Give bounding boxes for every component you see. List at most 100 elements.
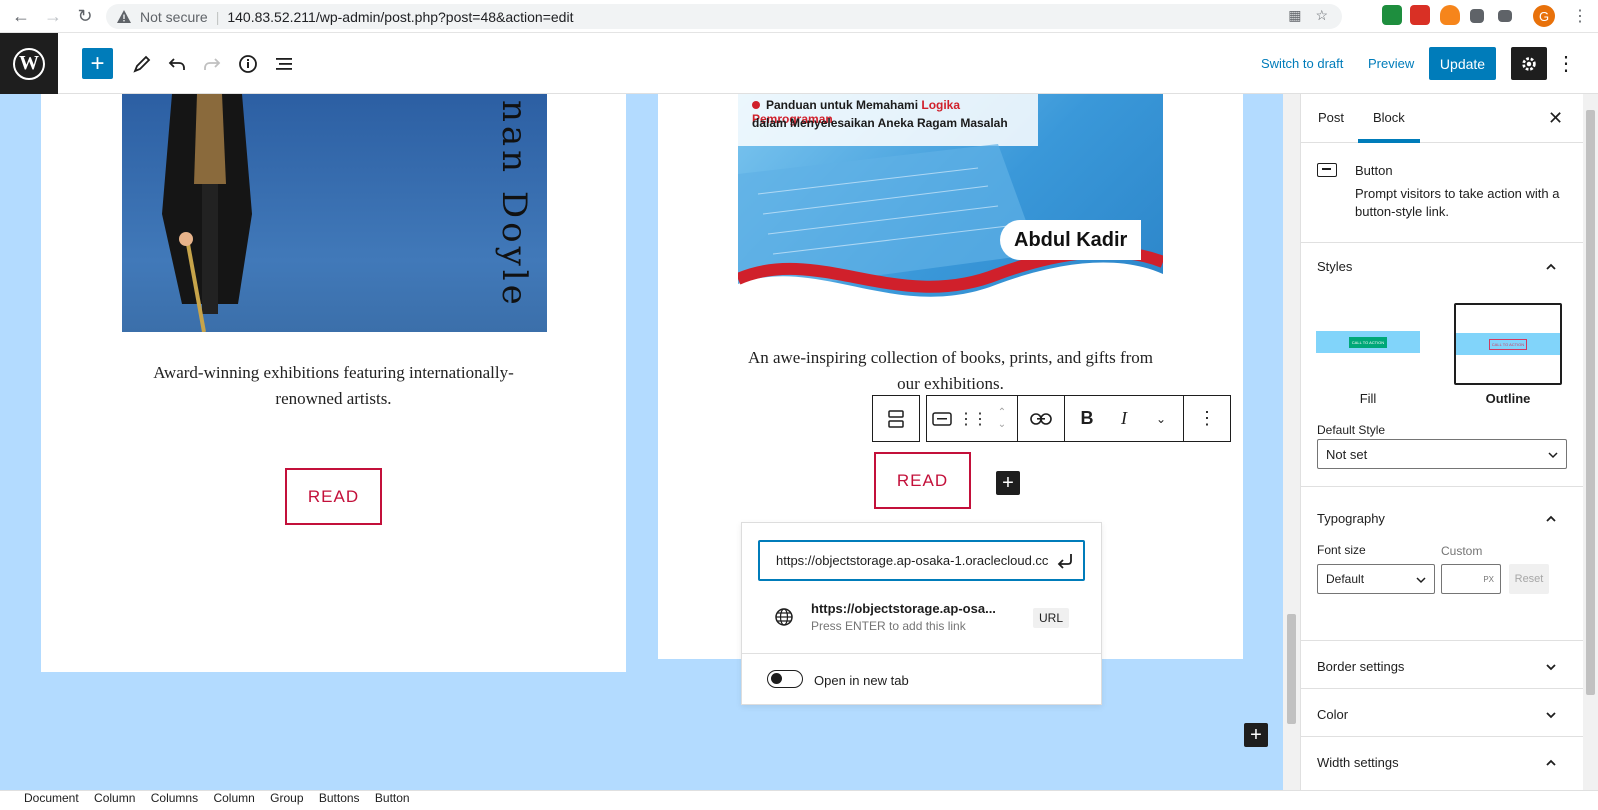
- book-cover-image-1[interactable]: nan Doyle: [122, 94, 547, 332]
- bold-icon[interactable]: B: [1065, 396, 1109, 441]
- extension-red-icon[interactable]: [1410, 5, 1430, 25]
- chevron-down-icon[interactable]: [1545, 709, 1557, 721]
- preview-button[interactable]: Preview: [1368, 33, 1414, 94]
- px-unit: PX: [1483, 574, 1494, 584]
- breadcrumb-item[interactable]: Document: [24, 791, 79, 805]
- breadcrumb-item[interactable]: Group: [270, 791, 303, 805]
- tab-post[interactable]: Post: [1318, 110, 1344, 125]
- chevron-up-icon[interactable]: [1545, 513, 1557, 525]
- extensions-puzzle-icon[interactable]: [1470, 9, 1484, 23]
- canvas-scrollbar-thumb[interactable]: [1287, 614, 1296, 724]
- book-cover-image-2[interactable]: Panduan untuk Memahami Logika Pemrograma…: [738, 94, 1163, 317]
- outline-preview-button: CALL TO ACTION: [1489, 338, 1527, 350]
- cover-author-label: Abdul Kadir: [1000, 220, 1142, 260]
- style-fill-label: Fill: [1359, 391, 1377, 406]
- forward-icon[interactable]: →: [42, 5, 64, 27]
- reset-font-size-button[interactable]: Reset: [1509, 564, 1549, 594]
- tools-pencil-icon[interactable]: [130, 52, 154, 76]
- open-in-new-tab-toggle[interactable]: [767, 670, 803, 688]
- switch-to-draft-button[interactable]: Switch to draft: [1261, 33, 1343, 94]
- add-block-bottom-button[interactable]: +: [1244, 723, 1268, 747]
- default-style-select[interactable]: Not set: [1317, 439, 1567, 469]
- browser-toolbar: ← → ↻ Not secure | 140.83.52.211/wp-admi…: [0, 0, 1598, 33]
- drag-handle-icon[interactable]: ⋮⋮: [957, 396, 988, 441]
- open-in-new-tab-label: Open in new tab: [814, 673, 909, 688]
- breadcrumb-item[interactable]: Column: [94, 791, 135, 805]
- width-settings-title[interactable]: Width settings: [1317, 755, 1399, 770]
- toggle-knob: [771, 673, 782, 684]
- styles-panel: Styles CALL TO ACTION CALL TO ACTION Fil…: [1301, 243, 1584, 487]
- submit-enter-icon[interactable]: [1055, 550, 1075, 570]
- sidebar-tabs: Post Block ✕: [1301, 94, 1584, 143]
- breadcrumb-item[interactable]: Buttons: [319, 791, 360, 805]
- profile-avatar[interactable]: G: [1533, 5, 1555, 27]
- bookmark-star-icon[interactable]: ☆: [1315, 7, 1328, 24]
- close-sidebar-icon[interactable]: ✕: [1548, 108, 1563, 129]
- list-view-icon[interactable]: [272, 52, 296, 76]
- default-style-value: Not set: [1326, 446, 1368, 462]
- border-settings-title[interactable]: Border settings: [1317, 659, 1404, 674]
- wordpress-w-icon: W: [13, 47, 45, 80]
- move-up-down-icon[interactable]: ⌃ ⌄: [987, 396, 1017, 441]
- styles-panel-title[interactable]: Styles: [1317, 259, 1352, 274]
- more-formats-chevron-icon[interactable]: ⌄: [1139, 396, 1183, 441]
- link-url-input[interactable]: https://objectstorage.ap-osaka-1.oraclec…: [758, 540, 1085, 581]
- breadcrumb-item[interactable]: Column: [213, 791, 254, 805]
- gear-icon: [1522, 56, 1536, 71]
- canvas-scrollbar[interactable]: [1283, 94, 1300, 790]
- read-button-1[interactable]: READ: [285, 468, 382, 525]
- style-outline-option[interactable]: CALL TO ACTION: [1454, 303, 1562, 385]
- details-info-icon[interactable]: [236, 52, 260, 76]
- link-suggestion[interactable]: https://objectstorage.ap-osa... Press EN…: [742, 595, 1101, 639]
- excerpt-2-content: An awe-inspiring collection of books, pr…: [747, 348, 1154, 393]
- browser-menu-icon[interactable]: ⋮: [1572, 6, 1588, 26]
- block-breadcrumb: Document Column Columns Column Group But…: [0, 790, 1598, 810]
- breadcrumb-item[interactable]: Button: [375, 791, 410, 805]
- block-options-icon[interactable]: ⋮: [1184, 396, 1230, 441]
- warning-icon: [117, 9, 131, 23]
- select-parent-buttons-icon[interactable]: [873, 396, 919, 441]
- add-block-inline-button[interactable]: +: [996, 471, 1020, 495]
- redo-icon[interactable]: [200, 52, 224, 76]
- chevron-up-icon[interactable]: [1545, 261, 1557, 273]
- block-inserter-button[interactable]: +: [82, 48, 113, 79]
- translate-icon[interactable]: ▦: [1288, 7, 1301, 24]
- fill-preview-bar: CALL TO ACTION: [1316, 331, 1420, 353]
- update-button[interactable]: Update: [1429, 47, 1496, 80]
- sidebar-scrollbar[interactable]: [1583, 94, 1598, 790]
- cover-line1-prefix: Panduan untuk Memahami: [766, 98, 922, 112]
- sidebar-scrollbar-thumb[interactable]: [1586, 110, 1595, 695]
- omnibox-separator: |: [215, 8, 220, 25]
- style-outline-label: Outline: [1485, 391, 1531, 406]
- undo-icon[interactable]: [165, 52, 189, 76]
- suggestion-type-tag: URL: [1033, 608, 1070, 628]
- custom-font-size-input[interactable]: PX: [1441, 564, 1501, 594]
- bullet-dot: [752, 101, 760, 109]
- suggestion-title: https://objectstorage.ap-osa...: [811, 601, 996, 616]
- extension-sg-icon[interactable]: [1382, 5, 1402, 25]
- link-icon[interactable]: [1018, 396, 1064, 441]
- reading-list-icon[interactable]: [1498, 10, 1512, 22]
- wordpress-logo[interactable]: W: [0, 33, 58, 94]
- button-block-icon[interactable]: [927, 396, 957, 441]
- read-button-2[interactable]: READ: [874, 452, 971, 509]
- color-panel-title[interactable]: Color: [1317, 707, 1348, 722]
- metamask-fox-icon[interactable]: [1440, 5, 1460, 25]
- typography-panel-title[interactable]: Typography: [1317, 511, 1385, 526]
- italic-icon[interactable]: I: [1109, 396, 1139, 441]
- font-size-select[interactable]: Default: [1317, 564, 1435, 594]
- back-icon[interactable]: ←: [10, 5, 32, 27]
- chevron-down-icon[interactable]: [1545, 661, 1557, 673]
- breadcrumb-item[interactable]: Columns: [151, 791, 198, 805]
- color-panel: Color: [1301, 689, 1584, 737]
- settings-button[interactable]: [1511, 47, 1547, 80]
- chevron-up-icon[interactable]: [1545, 757, 1557, 769]
- address-bar[interactable]: Not secure | 140.83.52.211/wp-admin/post…: [106, 4, 1342, 29]
- tab-block[interactable]: Block: [1373, 110, 1405, 125]
- parent-block-group: [872, 395, 920, 442]
- reload-icon[interactable]: ↻: [74, 5, 96, 27]
- font-size-value: Default: [1326, 572, 1365, 586]
- style-fill-option[interactable]: CALL TO ACTION: [1315, 301, 1421, 383]
- block-toolbar: ⋮⋮ ⌃ ⌄ B I ⌄ ⋮: [872, 395, 1231, 442]
- options-menu-icon[interactable]: ⋮: [1556, 51, 1576, 76]
